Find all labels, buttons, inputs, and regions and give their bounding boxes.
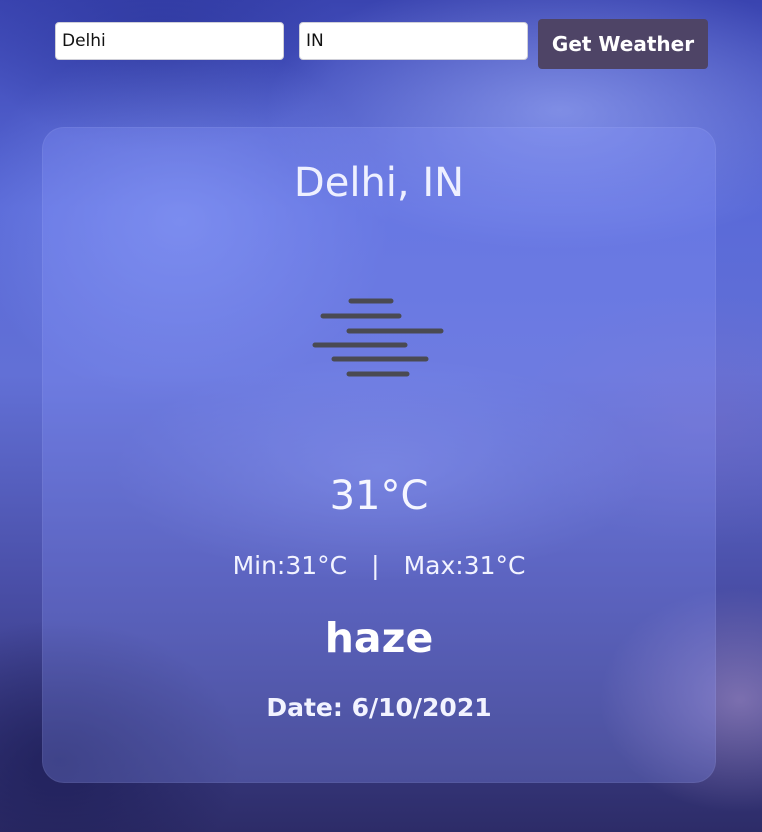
weather-condition: haze [324, 614, 434, 662]
get-weather-button[interactable]: Get Weather [538, 19, 708, 69]
min-temperature: Min:31°C [232, 551, 348, 580]
city-input[interactable] [55, 22, 284, 60]
haze-icon [312, 298, 444, 377]
max-temperature: Max:31°C [403, 551, 526, 580]
min-max-separator: | [371, 551, 380, 580]
temperature-value: 31°C [329, 473, 429, 519]
country-input[interactable] [299, 22, 528, 60]
weather-card: Delhi, IN 31°C Min:31°C | Max:31°C haze Da… [42, 127, 716, 783]
location-title: Delhi, IN [293, 160, 465, 206]
min-max-row: Min:31°C | Max:31°C [42, 551, 716, 580]
weather-date: Date: 6/10/2021 [266, 693, 492, 722]
search-bar: Get Weather [0, 0, 762, 80]
